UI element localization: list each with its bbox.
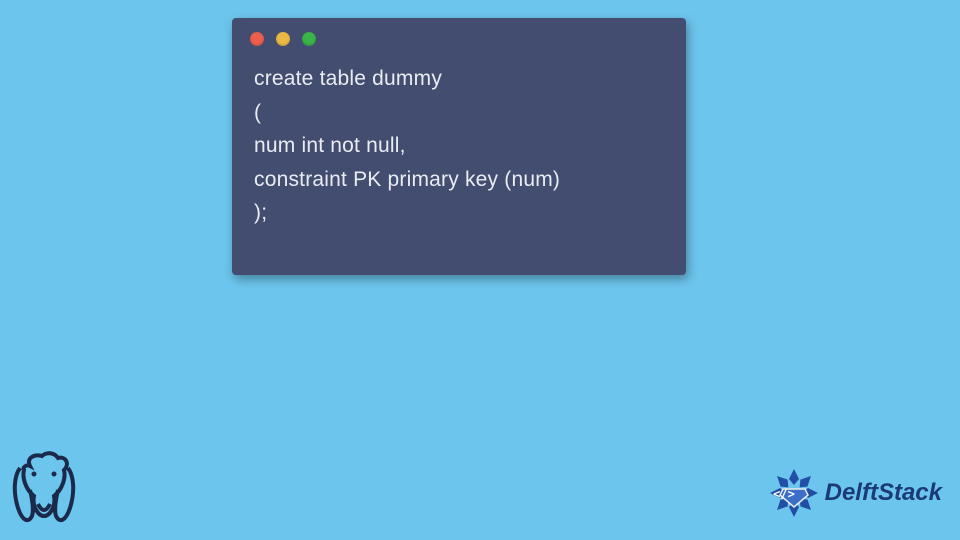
- code-line: );: [254, 201, 267, 224]
- code-line: constraint PK primary key (num): [254, 168, 560, 191]
- postgresql-elephant-icon: [8, 450, 80, 530]
- close-icon[interactable]: [250, 32, 264, 46]
- brand-name: DelftStack: [825, 479, 942, 507]
- code-line: (: [254, 101, 261, 124]
- code-line: create table dummy: [254, 67, 442, 90]
- maximize-icon[interactable]: [302, 32, 316, 46]
- svg-text:</>: </>: [773, 487, 795, 501]
- code-gem-icon: </>: [769, 468, 819, 518]
- brand-logo: </> DelftStack: [769, 468, 942, 518]
- code-window: create table dummy ( num int not null, c…: [232, 18, 686, 275]
- window-chrome: [232, 18, 686, 52]
- code-line: num int not null,: [254, 134, 406, 157]
- minimize-icon[interactable]: [276, 32, 290, 46]
- code-body: create table dummy ( num int not null, c…: [232, 52, 686, 248]
